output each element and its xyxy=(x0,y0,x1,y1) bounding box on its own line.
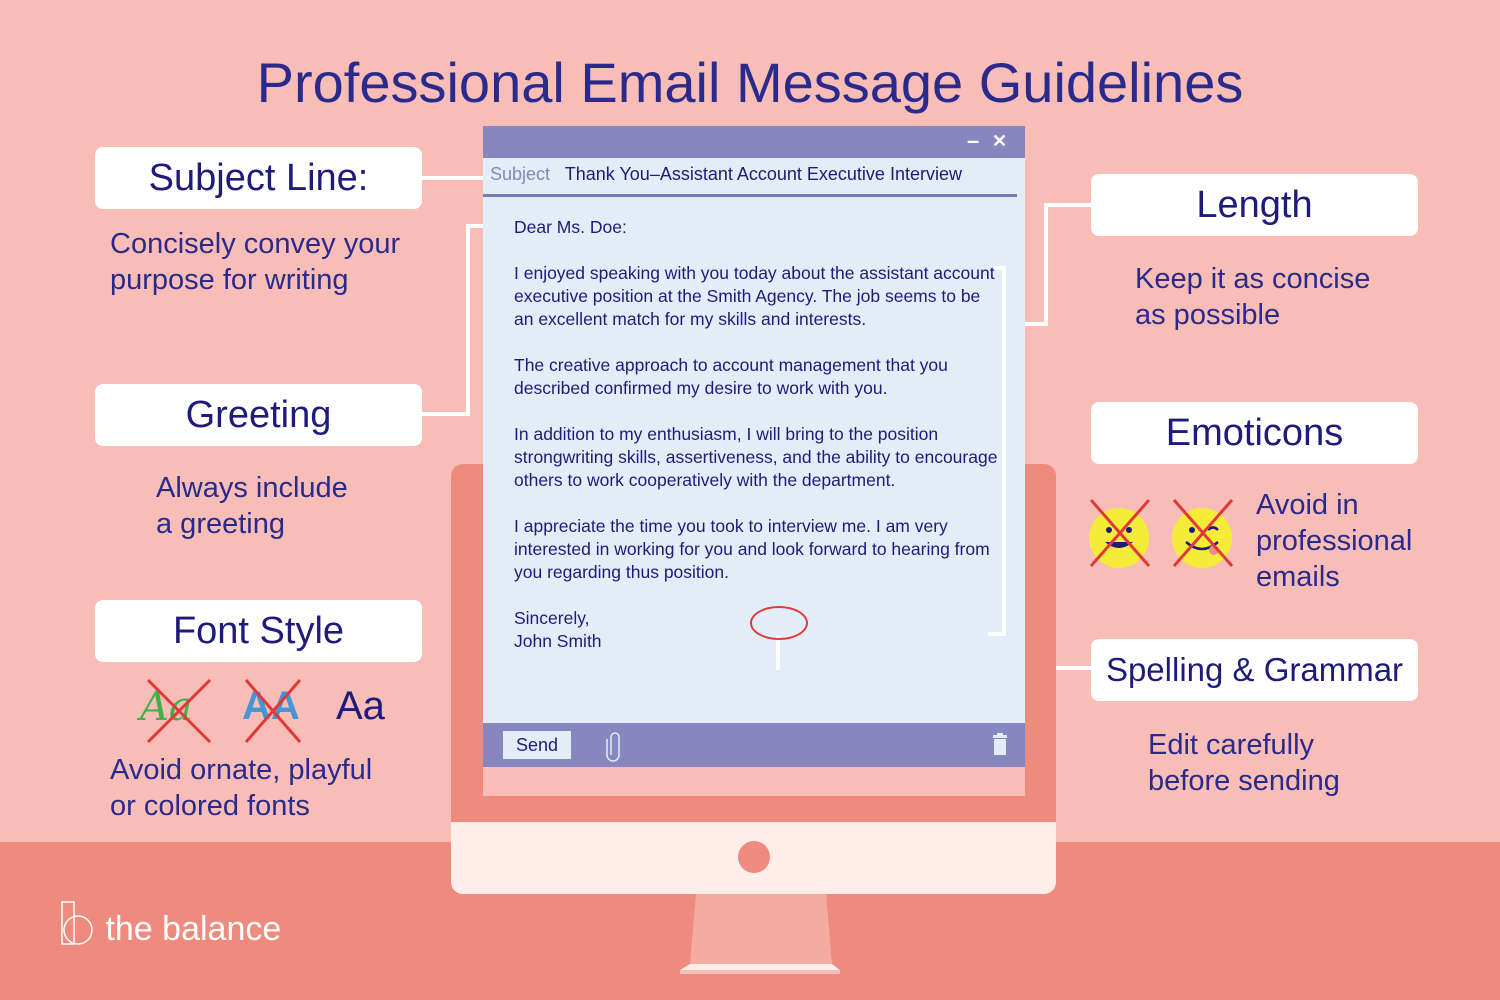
email-window: – ✕ Subject Thank You–Assistant Account … xyxy=(483,126,1025,796)
smiley-icon xyxy=(1089,499,1151,568)
message-body[interactable]: Dear Ms. Doe: I enjoyed speaking with yo… xyxy=(514,216,1004,653)
trash-icon[interactable] xyxy=(991,733,1009,757)
error-circle-mark xyxy=(750,606,808,640)
letter-paragraph: I enjoyed speaking with you today about … xyxy=(514,263,995,329)
subject-label: Subject xyxy=(490,164,551,184)
minimize-button[interactable]: – xyxy=(967,128,979,154)
power-button-icon xyxy=(738,841,770,873)
page-title: Professional Email Message Guidelines xyxy=(256,51,1244,114)
connector-greeting-v xyxy=(466,224,470,416)
brand-name: the balance xyxy=(105,910,282,948)
label-emoticons: Emoticons xyxy=(1091,402,1418,464)
subject-row: Subject Thank You–Assistant Account Exec… xyxy=(490,164,962,185)
connector-greeting-h1 xyxy=(422,412,470,416)
letter-paragraph: I appreciate the time you took to interv… xyxy=(514,516,990,582)
connector-spelling-v xyxy=(776,636,780,670)
subject-divider xyxy=(483,194,1017,197)
desc-length: Keep it as concise as possible xyxy=(1135,263,1371,331)
cross-icon xyxy=(244,679,302,743)
label-greeting: Greeting xyxy=(95,384,422,446)
font-sample-approved: Aa xyxy=(336,684,385,728)
connector-length-v xyxy=(1044,203,1048,326)
label-spelling-grammar: Spelling & Grammar xyxy=(1091,639,1418,701)
connector-length-h1 xyxy=(1044,203,1092,207)
desc-greeting: Always include a greeting xyxy=(156,472,348,540)
email-toolbar: Send xyxy=(483,723,1025,767)
email-titlebar: – ✕ xyxy=(483,126,1025,158)
close-button[interactable]: ✕ xyxy=(992,131,1007,152)
length-bracket-v xyxy=(1002,266,1006,636)
send-button[interactable]: Send xyxy=(503,731,571,759)
desc-emoticons: Avoid in professional emails xyxy=(1256,489,1413,593)
monitor-stand xyxy=(680,894,840,974)
font-samples: Aa AA Aa xyxy=(136,676,396,746)
signature: John Smith xyxy=(514,631,602,651)
desc-font-style: Avoid ornate, playful or colored fonts xyxy=(110,754,373,822)
length-bracket-bottom xyxy=(988,632,1006,636)
label-subject-line: Subject Line: xyxy=(95,147,422,209)
desc-spelling-grammar: Edit carefully before sending xyxy=(1148,729,1340,797)
desc-subject-line: Concisely convey your purpose for writin… xyxy=(110,228,401,296)
connector-subject xyxy=(422,176,484,180)
cross-icon xyxy=(146,678,212,744)
balance-logo-icon xyxy=(61,901,93,945)
email-body: Subject Thank You–Assistant Account Exec… xyxy=(483,158,1025,723)
letter-greeting: Dear Ms. Doe: xyxy=(514,217,627,237)
paperclip-icon[interactable] xyxy=(605,729,625,763)
wink-icon xyxy=(1172,499,1234,568)
brand-logo: the balance xyxy=(60,900,281,949)
letter-paragraph: The creative approach to account managem… xyxy=(514,355,948,398)
label-font-style: Font Style xyxy=(95,600,422,662)
subject-input[interactable]: Thank You–Assistant Account Executive In… xyxy=(565,164,962,184)
label-length: Length xyxy=(1091,174,1418,236)
letter-paragraph: In addition to my enthusiasm, I will bri… xyxy=(514,424,998,490)
